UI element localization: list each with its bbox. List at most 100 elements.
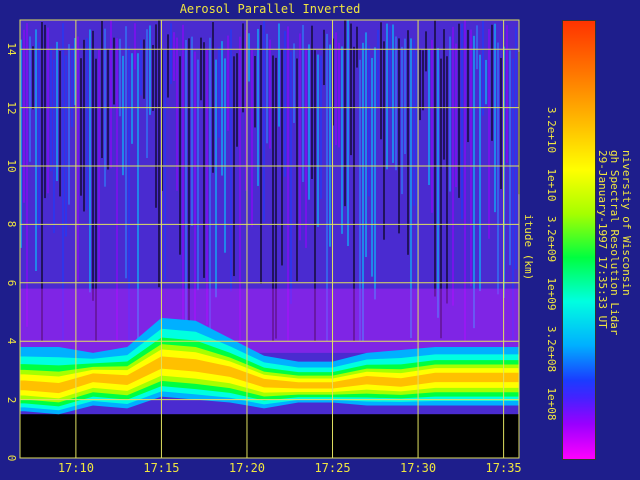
noise-streak (266, 33, 268, 144)
noise-streak (485, 59, 487, 105)
noise-streak (365, 32, 367, 258)
noise-streak (323, 29, 325, 86)
caption-line: 29-January-1997 17:35:33 UT (596, 150, 609, 329)
colorbar (562, 20, 596, 460)
noise-streak (509, 50, 511, 266)
noise-streak (125, 26, 127, 279)
noise-streak (290, 51, 292, 304)
noise-streak (428, 48, 430, 185)
noise-streak (158, 20, 160, 288)
y-tick-label: 0 (5, 454, 18, 462)
noise-streak (434, 20, 436, 297)
noise-streak (404, 38, 406, 154)
caption-block: niversity of Wisconsin gh Spectral Resol… (596, 150, 633, 335)
noise-streak (47, 27, 49, 194)
colorbar-tick-label: 3.2e+09 (545, 215, 558, 263)
noise-streak (236, 53, 238, 147)
colorbar-tick-label: 1e+08 (545, 387, 558, 421)
noise-streak (398, 38, 400, 234)
noise-streak (50, 46, 52, 172)
noise-streak (44, 24, 46, 199)
noise-streak (407, 30, 409, 255)
noise-streak (149, 25, 151, 115)
noise-streak (134, 23, 136, 70)
noise-streak (422, 50, 424, 111)
noise-streak (101, 20, 103, 159)
noise-streak (383, 41, 385, 240)
noise-streak (197, 59, 199, 291)
noise-streak (254, 56, 256, 128)
noise-streak (212, 22, 214, 173)
colorbar-tick-label: 3.2e+10 (545, 106, 558, 153)
noise-streak (200, 37, 202, 101)
noise-streak (191, 36, 193, 226)
colorbar-tick-label: 1e+10 (545, 168, 558, 202)
noise-streak (140, 39, 142, 96)
noise-streak (449, 36, 451, 192)
lidar-chart (19, 19, 520, 459)
noise-streak (305, 49, 307, 248)
noise-streak (170, 23, 172, 84)
noise-streak (380, 22, 382, 140)
noise-streak (260, 25, 262, 284)
noise-streak (107, 49, 109, 170)
noise-streak (431, 39, 433, 213)
noise-streak (491, 24, 493, 141)
noise-streak (497, 42, 499, 295)
noise-streak (206, 50, 208, 325)
noise-streak (227, 35, 229, 131)
noise-streak (494, 23, 496, 213)
noise-streak (467, 29, 469, 143)
noise-streak (377, 29, 379, 107)
noise-streak (35, 29, 37, 271)
noise-streak (176, 37, 178, 191)
noise-streak (80, 58, 82, 196)
noise-streak (242, 23, 244, 113)
noise-streak (437, 48, 439, 318)
noise-streak (77, 36, 79, 281)
noise-streak (500, 57, 502, 190)
noise-streak (38, 42, 40, 229)
low-signal-band (20, 288, 519, 353)
noise-streak (392, 24, 394, 163)
colorbar-tick-label: 1e+09 (545, 277, 558, 311)
noise-streak (389, 25, 391, 110)
y-tick-label: 10 (5, 159, 18, 173)
noise-streak (182, 24, 184, 335)
noise-streak (446, 56, 448, 304)
noise-streak (164, 48, 166, 281)
noise-streak (371, 57, 373, 277)
caption-line: niversity of Wisconsin (620, 150, 633, 296)
noise-streak (401, 46, 403, 195)
noise-streak (350, 23, 352, 156)
x-tick-label: 17:20 (228, 461, 266, 475)
noise-streak (476, 25, 478, 70)
noise-streak (338, 42, 340, 148)
noise-streak (419, 49, 421, 121)
noise-streak (143, 39, 145, 99)
y-tick-label: 12 (5, 100, 18, 115)
noise-streak (374, 47, 376, 300)
noise-streak (482, 20, 484, 116)
y-tick-label: 2 (5, 396, 18, 403)
noise-streak (284, 31, 286, 177)
noise-streak (413, 39, 415, 206)
noise-streak (269, 39, 271, 149)
noise-streak (113, 37, 115, 105)
noise-streak (146, 29, 148, 159)
colorbar-tick-label: 3.2e+08 (545, 325, 558, 372)
noise-streak (155, 24, 157, 208)
noise-streak (386, 23, 388, 170)
noise-streak (131, 53, 133, 144)
noise-streak (395, 36, 397, 171)
noise-streak (122, 55, 124, 176)
x-tick-label: 17:25 (314, 461, 351, 475)
noise-streak (458, 23, 460, 198)
noise-streak (173, 32, 175, 82)
noise-streak (329, 44, 331, 247)
noise-streak (68, 44, 70, 205)
noise-streak (152, 44, 154, 111)
noise-streak (344, 20, 346, 207)
noise-streak (473, 35, 475, 329)
noise-streak (311, 25, 313, 179)
